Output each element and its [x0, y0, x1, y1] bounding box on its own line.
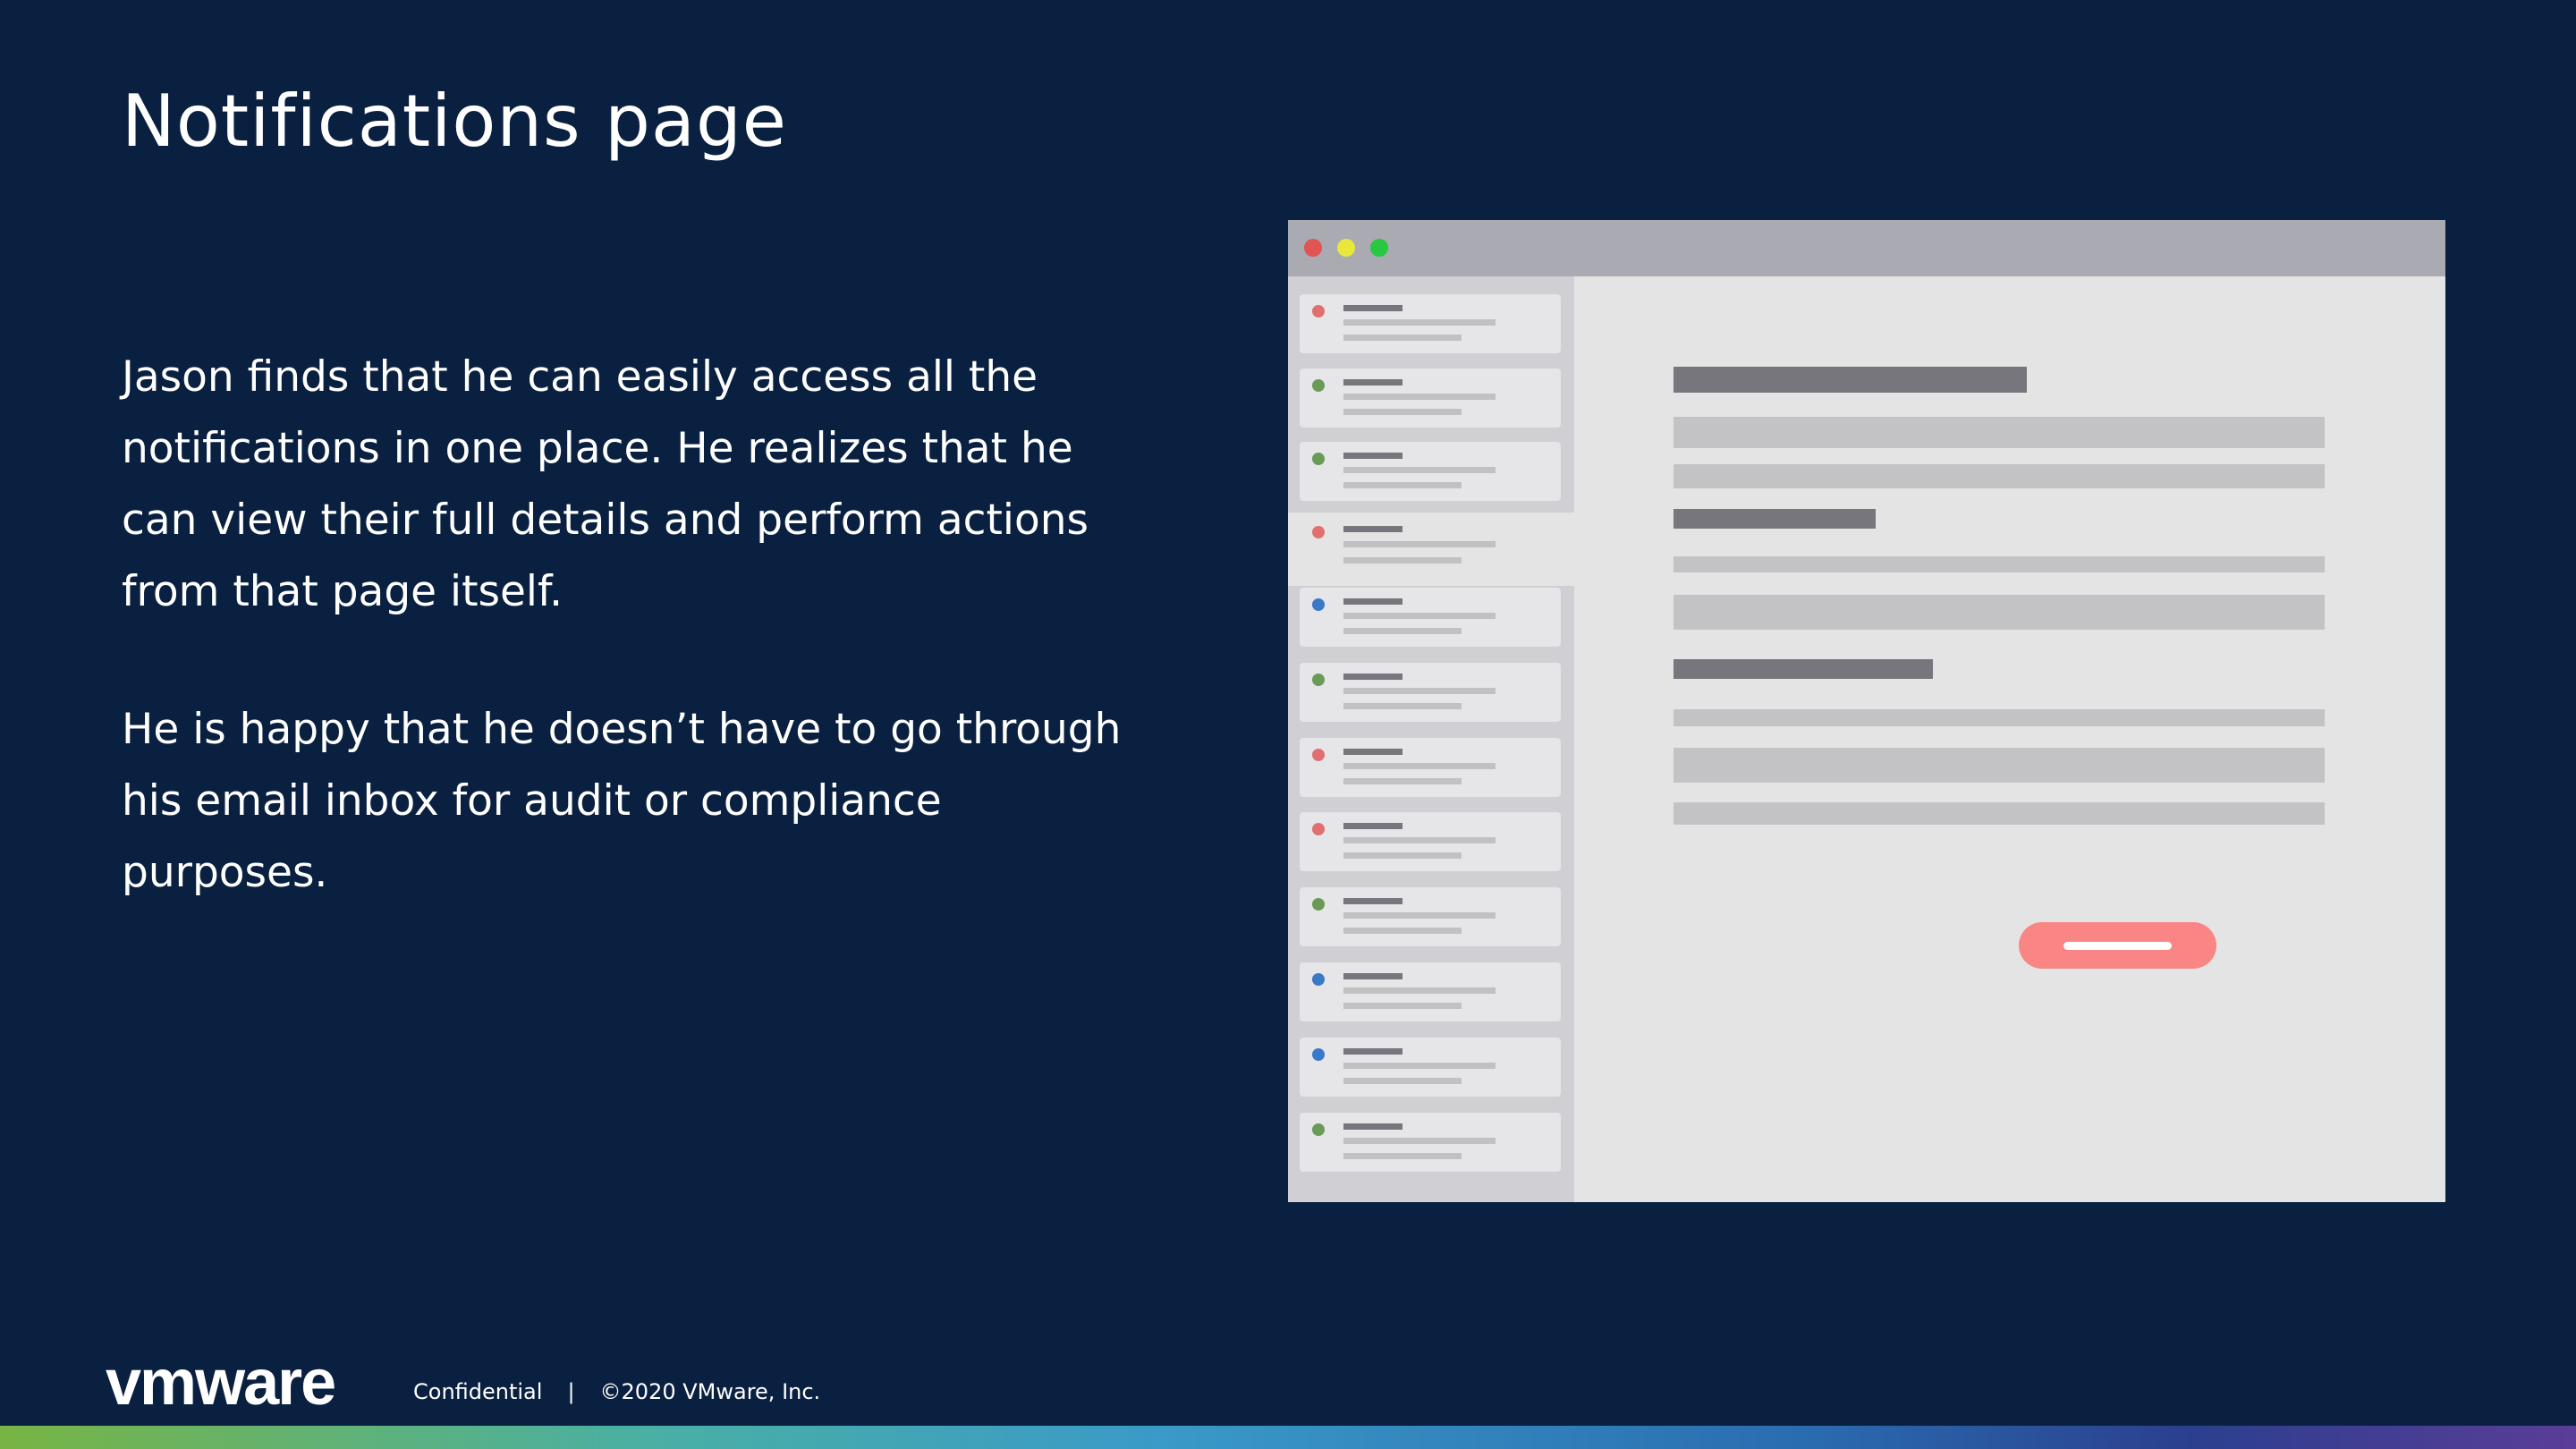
confidential-label: Confidential: [413, 1379, 543, 1404]
notification-text-placeholder: [1343, 973, 1402, 979]
action-button[interactable]: [2019, 922, 2216, 969]
notification-text-placeholder: [1343, 394, 1496, 400]
detail-line-placeholder: [1674, 748, 2325, 783]
notification-text-placeholder: [1343, 898, 1402, 904]
notifications-page-mockup: [1288, 220, 2445, 1202]
status-dot-icon: [1312, 598, 1325, 611]
status-dot-icon: [1312, 1123, 1325, 1136]
notification-text-placeholder: [1343, 409, 1462, 415]
status-dot-icon: [1312, 305, 1325, 318]
notification-text-placeholder: [1343, 1078, 1462, 1084]
status-dot-icon: [1312, 1048, 1325, 1061]
notification-text-placeholder: [1343, 467, 1496, 473]
notification-text-placeholder: [1343, 1003, 1462, 1009]
notification-item[interactable]: [1300, 812, 1561, 871]
status-dot-icon: [1312, 973, 1325, 986]
body-paragraph: He is happy that he doesn’t have to go t…: [122, 705, 1122, 897]
notification-text-placeholder: [1343, 912, 1496, 919]
notification-text-placeholder: [1343, 628, 1462, 634]
status-dot-icon: [1312, 749, 1325, 761]
footer-legal: Confidential | ©2020 VMware, Inc.: [413, 1379, 820, 1404]
notification-text-placeholder: [1343, 1048, 1402, 1055]
notification-item[interactable]: [1300, 663, 1561, 722]
body-paragraph: Jason finds that he can easily access al…: [122, 352, 1089, 616]
detail-subheading-placeholder: [1674, 659, 1933, 679]
window-close-icon: [1304, 239, 1322, 257]
notification-text-placeholder: [1343, 526, 1402, 532]
status-dot-icon: [1312, 674, 1325, 686]
window-minimize-icon: [1337, 239, 1355, 257]
notification-text-placeholder: [1343, 557, 1462, 564]
detail-heading-placeholder: [1674, 367, 2027, 393]
copyright-label: ©2020 VMware, Inc.: [599, 1379, 821, 1404]
slide-title: Notifications page: [122, 80, 787, 163]
slide-body: Jason finds that he can easily access al…: [122, 342, 1141, 975]
vmware-logo: vmware: [106, 1347, 336, 1419]
footer-separator: |: [567, 1379, 575, 1404]
notification-text-placeholder: [1343, 598, 1402, 605]
notification-text-placeholder: [1343, 763, 1496, 769]
status-dot-icon: [1312, 526, 1325, 538]
notification-text-placeholder: [1343, 379, 1402, 386]
notification-item[interactable]: [1300, 887, 1561, 946]
notification-text-placeholder: [1343, 305, 1402, 311]
notification-text-placeholder: [1343, 837, 1496, 843]
action-button-label-placeholder: [2063, 942, 2172, 950]
detail-line-placeholder: [1674, 709, 2325, 726]
notification-text-placeholder: [1343, 688, 1496, 694]
notification-text-placeholder: [1343, 1063, 1496, 1069]
notification-item[interactable]: [1300, 442, 1561, 501]
notification-item[interactable]: [1300, 962, 1561, 1021]
notification-text-placeholder: [1343, 541, 1496, 547]
notification-text-placeholder: [1343, 823, 1402, 829]
notification-text-placeholder: [1343, 703, 1462, 709]
status-dot-icon: [1312, 379, 1325, 392]
notification-item[interactable]: [1300, 294, 1561, 353]
notification-text-placeholder: [1343, 1123, 1402, 1130]
notification-text-placeholder: [1343, 674, 1402, 680]
detail-line-placeholder: [1674, 802, 2325, 825]
notification-item[interactable]: [1300, 588, 1561, 647]
detail-line-placeholder: [1674, 556, 2325, 572]
notification-item[interactable]: [1300, 369, 1561, 428]
brand-gradient-strip: [0, 1426, 2576, 1449]
notification-text-placeholder: [1343, 852, 1462, 859]
notification-text-placeholder: [1343, 749, 1402, 755]
detail-line-placeholder: [1674, 595, 2325, 630]
detail-subheading-placeholder: [1674, 509, 1876, 529]
notification-text-placeholder: [1343, 482, 1462, 488]
notification-text-placeholder: [1343, 613, 1496, 619]
status-dot-icon: [1312, 823, 1325, 835]
notification-item[interactable]: [1300, 738, 1561, 797]
notification-item[interactable]: [1300, 1038, 1561, 1097]
notification-text-placeholder: [1343, 987, 1496, 994]
notification-text-placeholder: [1343, 319, 1496, 326]
window-maximize-icon: [1370, 239, 1388, 257]
notification-text-placeholder: [1343, 453, 1402, 459]
detail-line-placeholder: [1674, 464, 2325, 488]
status-dot-icon: [1312, 453, 1325, 465]
notification-text-placeholder: [1343, 1153, 1462, 1159]
notification-text-placeholder: [1343, 778, 1462, 784]
notification-text-placeholder: [1343, 1138, 1496, 1144]
notification-list: [1288, 276, 1574, 1202]
detail-line-placeholder: [1674, 417, 2325, 448]
notification-item[interactable]: [1300, 1113, 1561, 1172]
notification-detail-pane: [1574, 276, 2445, 1202]
status-dot-icon: [1312, 898, 1325, 911]
notification-text-placeholder: [1343, 335, 1462, 341]
window-titlebar: [1288, 220, 2445, 276]
notification-text-placeholder: [1343, 928, 1462, 934]
notification-item-selected[interactable]: [1288, 513, 1574, 586]
